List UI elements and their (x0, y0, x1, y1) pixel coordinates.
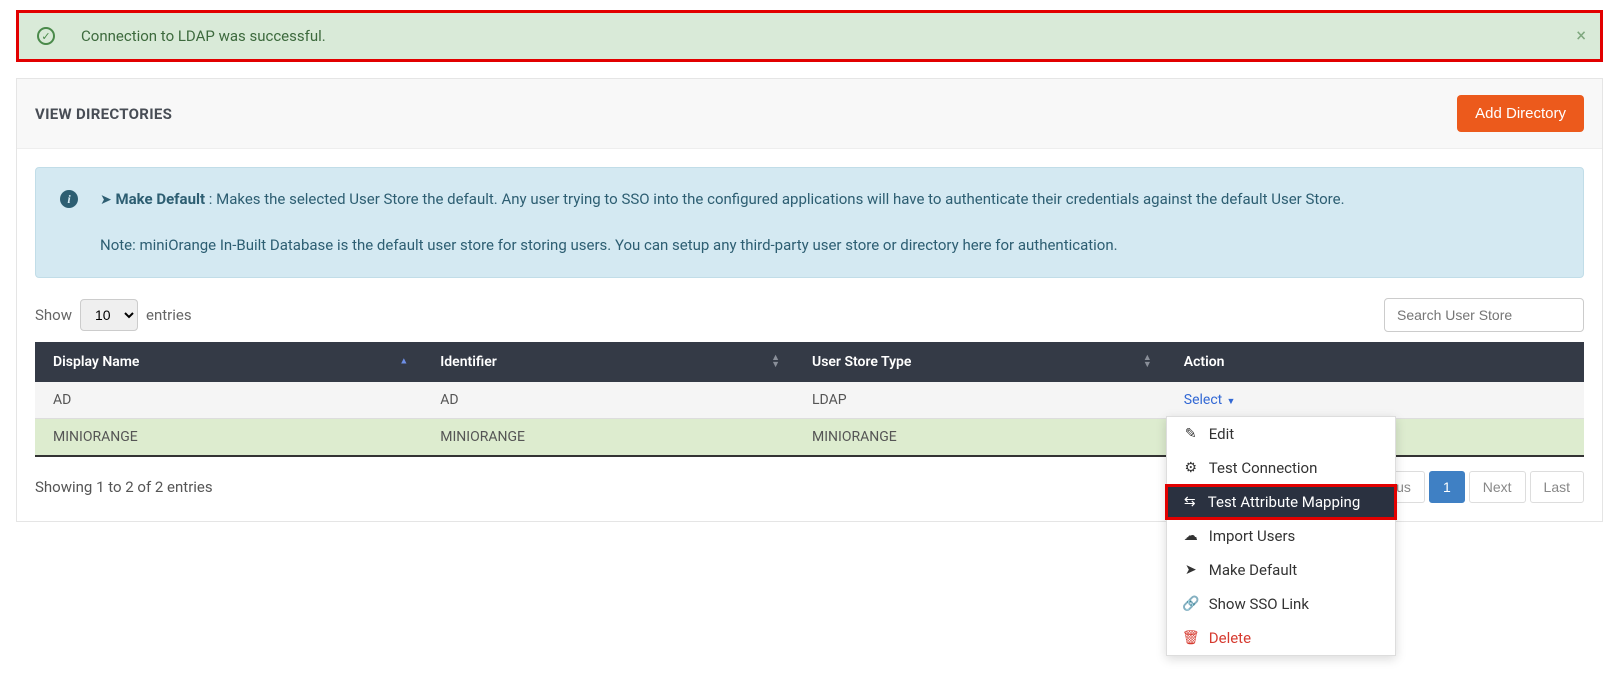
alert-message: Connection to LDAP was successful. (81, 27, 326, 45)
map-icon: ⇆ (1182, 494, 1198, 510)
table-info: Showing 1 to 2 of 2 entries (35, 478, 213, 496)
sort-asc-icon: ▲ (399, 358, 408, 365)
trash-icon: 🗑 (1183, 630, 1199, 646)
show-label: Show (35, 306, 72, 324)
col-user-store-type[interactable]: User Store Type ▲▼ (794, 342, 1166, 382)
dropdown-test-attribute-mapping[interactable]: ⇆ Test Attribute Mapping (1166, 485, 1396, 519)
search-input[interactable] (1384, 298, 1584, 332)
col-action: Action (1166, 342, 1584, 382)
sort-desc-icon: ▼ (771, 362, 780, 369)
cloud-download-icon: ☁ (1183, 528, 1199, 544)
dropdown-make-default[interactable]: ➤ Make Default (1167, 553, 1395, 587)
action-select[interactable]: Select ▼ (1184, 392, 1236, 408)
entries-label: entries (146, 306, 192, 324)
check-circle-icon: ✓ (37, 27, 55, 45)
page-last[interactable]: Last (1530, 471, 1584, 503)
entries-select[interactable]: 10 (80, 299, 138, 331)
cursor-icon: ➤ (1183, 562, 1199, 578)
edit-icon: ✎ (1183, 426, 1199, 442)
dropdown-edit[interactable]: ✎ Edit (1167, 417, 1395, 451)
col-display-name[interactable]: Display Name ▲ (35, 342, 422, 382)
info-box: i ➤ Make Default : Makes the selected Us… (35, 167, 1584, 278)
make-default-label: Make Default (115, 190, 205, 208)
success-alert: ✓ Connection to LDAP was successful. × (16, 10, 1603, 62)
page-title: VIEW DIRECTORIES (35, 105, 172, 123)
info-icon: i (60, 190, 78, 208)
cell-display-name: AD (35, 382, 422, 419)
page-next[interactable]: Next (1469, 471, 1526, 503)
make-default-desc: : Makes the selected User Store the defa… (209, 190, 1345, 208)
dropdown-import-users[interactable]: ☁ Import Users (1167, 519, 1395, 553)
cell-display-name: MINIORANGE (35, 418, 422, 456)
link-icon: 🔗 (1183, 596, 1199, 612)
info-note: Note: miniOrange In-Built Database is th… (100, 234, 1345, 257)
panel-header: VIEW DIRECTORIES Add Directory (17, 79, 1602, 149)
cursor-icon: ➤ (100, 192, 112, 208)
show-entries: Show 10 entries (35, 299, 192, 331)
cell-identifier: AD (422, 382, 794, 419)
directories-panel: VIEW DIRECTORIES Add Directory i ➤ Make … (16, 78, 1603, 522)
cell-user-store-type: LDAP (794, 382, 1166, 419)
table-row: AD AD LDAP Select ▼ (35, 382, 1584, 419)
action-dropdown: ✎ Edit ⚙ Test Connection ⇆ Test Attribut… (1166, 416, 1396, 656)
dropdown-test-connection[interactable]: ⚙ Test Connection (1167, 451, 1395, 485)
caret-down-icon: ▼ (1224, 397, 1235, 407)
page-1[interactable]: 1 (1429, 471, 1465, 503)
close-icon[interactable]: × (1576, 26, 1586, 47)
col-identifier[interactable]: Identifier ▲▼ (422, 342, 794, 382)
cell-user-store-type: MINIORANGE (794, 418, 1166, 456)
gear-icon: ⚙ (1183, 460, 1199, 476)
dropdown-show-sso-link[interactable]: 🔗 Show SSO Link (1167, 587, 1395, 621)
sort-desc-icon: ▼ (1143, 362, 1152, 369)
pagination: us 1 Next Last (1383, 471, 1584, 503)
cell-identifier: MINIORANGE (422, 418, 794, 456)
add-directory-button[interactable]: Add Directory (1457, 95, 1584, 132)
dropdown-delete[interactable]: 🗑 Delete (1167, 621, 1395, 655)
